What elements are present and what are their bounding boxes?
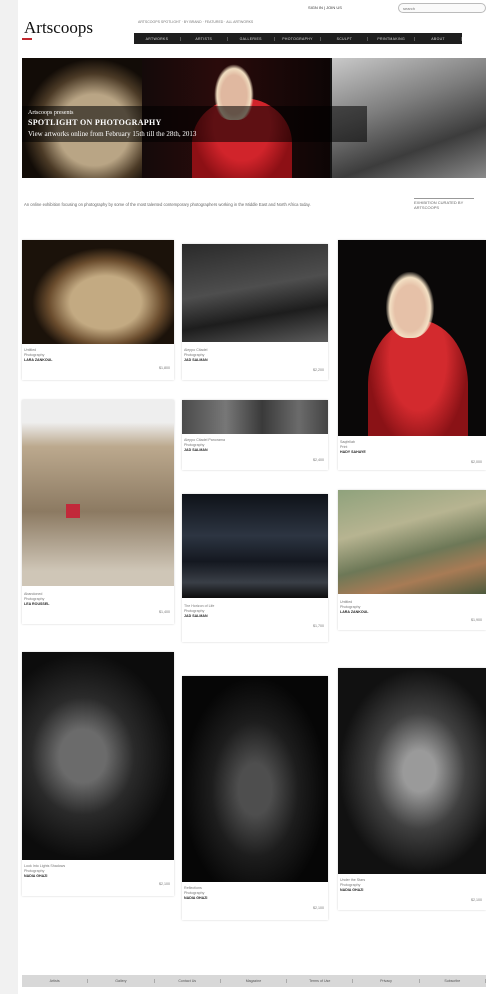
artwork-price: $1,400 xyxy=(159,610,170,614)
footer-link[interactable]: Magazine xyxy=(221,979,288,983)
portrait-face-shape xyxy=(386,272,434,338)
artwork-card[interactable]: Aleppo Citadel Panorama Photography JAD … xyxy=(182,400,328,470)
artwork-medium: Photography xyxy=(184,890,205,895)
artwork-price: $1,700 xyxy=(313,624,324,628)
artwork-image[interactable] xyxy=(22,240,174,344)
banner-pretitle: Artscoops presents xyxy=(28,110,74,116)
artwork-card[interactable]: Aleppo Citadel Photography JAD SALMAN $2… xyxy=(182,244,328,380)
banner-subtitle: View artworks online from February 15th … xyxy=(28,130,197,138)
main-nav: ARTWORKS ARTISTS GALLERIES PHOTOGRAPHY S… xyxy=(134,33,463,44)
artwork-card[interactable]: Saqfellab Print HADY SAHAYE $2,000 xyxy=(338,240,486,470)
artwork-price: $1,800 xyxy=(159,366,170,370)
artwork-artist[interactable]: NADIA GHAZI xyxy=(340,888,365,893)
artwork-image[interactable] xyxy=(338,668,486,874)
artwork-price: $2,000 xyxy=(471,460,482,464)
artwork-card[interactable]: Abandoned Photography LEA ROUSSEL $1,400 xyxy=(22,400,174,624)
nav-item-galleries[interactable]: GALLERIES xyxy=(228,36,275,41)
hero-banner[interactable]: Artscoops presents SPOTLIGHT ON PHOTOGRA… xyxy=(22,58,486,178)
artwork-price: $2,100 xyxy=(471,898,482,902)
footer-link[interactable]: Terms of Use xyxy=(287,979,354,983)
artwork-artist[interactable]: LARA ZANKOUL xyxy=(340,610,368,615)
artwork-card[interactable]: Look Into Lights Shadows Photography NAD… xyxy=(22,652,174,896)
artwork-price: $2,100 xyxy=(313,906,324,910)
artwork-artist[interactable]: JAD SALMAN xyxy=(184,614,214,619)
nav-item-sculpt[interactable]: SCULPT xyxy=(321,36,369,41)
artwork-artist[interactable]: NADIA GHAZI xyxy=(24,874,65,879)
nav-item-artists[interactable]: ARTISTS xyxy=(181,36,228,41)
nav-item-about[interactable]: ABOUT xyxy=(415,36,463,41)
logo-mark-icon xyxy=(22,38,32,40)
portrait-cloak-shape xyxy=(368,320,468,436)
artwork-price: $1,900 xyxy=(471,618,482,622)
artwork-artist[interactable]: LEA ROUSSEL xyxy=(24,602,49,607)
artwork-image[interactable] xyxy=(338,240,486,436)
page: Artscoops SIGN IN | JOIN US ARTSCOOPS SP… xyxy=(18,0,486,994)
artwork-price: $2,400 xyxy=(313,458,324,462)
artwork-image[interactable] xyxy=(22,652,174,860)
curator-note: EXHIBITION CURATED BY ARTSCOOPS xyxy=(414,198,474,210)
artwork-card[interactable]: The Horizon of Life Photography JAD SALM… xyxy=(182,494,328,642)
footer-link[interactable]: Privacy xyxy=(353,979,420,983)
artwork-image[interactable] xyxy=(338,490,486,594)
nav-item-photography[interactable]: PHOTOGRAPHY xyxy=(275,36,322,41)
artwork-image[interactable] xyxy=(182,494,328,598)
artwork-image[interactable] xyxy=(182,676,328,882)
artwork-card[interactable]: Under the Stars Photography NADIA GHAZI … xyxy=(338,668,486,910)
banner-headline: SPOTLIGHT ON PHOTOGRAPHY xyxy=(28,118,162,127)
artwork-card[interactable]: Untitled Photography LARA ZANKOUL $1,800 xyxy=(22,240,174,380)
artwork-card[interactable]: Reflections Photography NADIA GHAZI $2,1… xyxy=(182,676,328,920)
artwork-price: $2,100 xyxy=(159,882,170,886)
signin-link[interactable]: SIGN IN | JOIN US xyxy=(308,5,342,10)
artwork-artist[interactable]: JAD SALMAN xyxy=(184,448,225,453)
artwork-artist[interactable]: NADIA GHAZI xyxy=(184,896,207,901)
banner-text-box: Artscoops presents SPOTLIGHT ON PHOTOGRA… xyxy=(22,106,367,142)
artwork-image[interactable] xyxy=(182,400,328,434)
intro-text: An online exhibition focusing on photogr… xyxy=(24,202,311,207)
nav-item-artworks[interactable]: ARTWORKS xyxy=(134,36,181,41)
artwork-image[interactable] xyxy=(22,400,174,586)
footer-link[interactable]: Gallery xyxy=(88,979,155,983)
artwork-medium: Photography xyxy=(184,352,205,357)
logo-text: Artscoops xyxy=(24,18,93,37)
artwork-image[interactable] xyxy=(182,244,328,342)
nav-item-printmaking[interactable]: PRINTMAKING xyxy=(368,36,416,41)
artwork-artist[interactable]: HADY SAHAYE xyxy=(340,450,366,455)
artwork-price: $2,200 xyxy=(313,368,324,372)
footer-link[interactable]: Contact Us xyxy=(155,979,221,983)
artwork-card[interactable]: Untitled Photography LARA ZANKOUL $1,900 xyxy=(338,490,486,630)
artwork-artist[interactable]: LARA ZANKOUL xyxy=(24,358,52,363)
footer-bar: Artists Gallery Contact Us Magazine Term… xyxy=(22,975,486,987)
artscoops-logo[interactable]: Artscoops xyxy=(22,18,93,40)
footer-link[interactable]: Subscribe xyxy=(420,979,486,983)
footer-link[interactable]: Artists xyxy=(22,979,89,983)
artwork-artist[interactable]: JAD SALMAN xyxy=(184,358,208,363)
search-input[interactable] xyxy=(398,3,486,13)
top-links[interactable]: ARTSCOOPS SPOTLIGHT · BY BRAND · FEATURE… xyxy=(138,20,253,24)
red-accent-shape xyxy=(66,504,80,518)
